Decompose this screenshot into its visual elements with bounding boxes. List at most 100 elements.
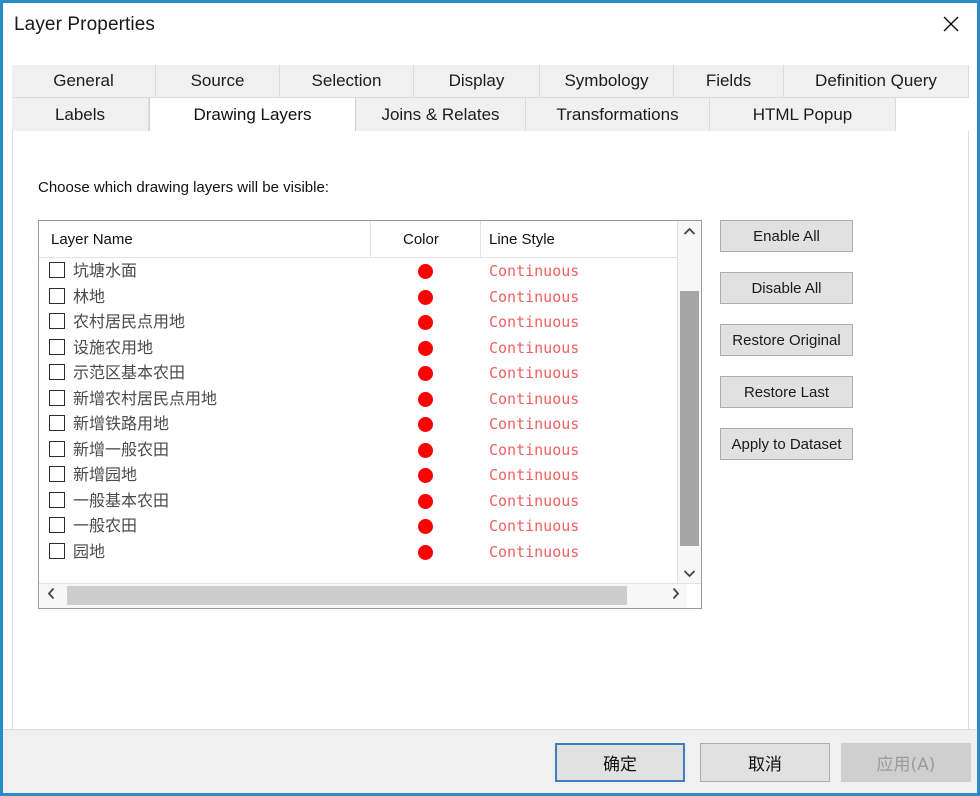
tab-label: Labels — [54, 104, 106, 124]
side-button-group: Enable All Disable All Restore Original … — [720, 220, 855, 480]
chevron-left-icon — [47, 587, 56, 605]
layer-visibility-checkbox[interactable] — [49, 491, 65, 508]
tab-fields[interactable]: Fields — [674, 65, 784, 98]
scroll-left-button[interactable] — [39, 584, 63, 607]
tab-html-popup[interactable]: HTML Popup — [710, 98, 896, 131]
layer-line-style-cell[interactable]: Continuous — [489, 362, 579, 384]
layer-visibility-checkbox[interactable] — [49, 517, 65, 533]
layer-color-swatch[interactable] — [418, 366, 433, 381]
layer-line-style-cell[interactable]: Continuous — [489, 515, 579, 537]
title-bar: Layer Properties — [3, 3, 977, 50]
layer-color-swatch[interactable] — [418, 417, 433, 432]
layer-color-swatch[interactable] — [418, 315, 433, 330]
tab-label: HTML Popup — [752, 104, 853, 124]
layer-visibility-checkbox[interactable] — [49, 542, 65, 559]
layer-line-style-cell[interactable]: Continuous — [489, 260, 579, 282]
layer-color-swatch[interactable] — [418, 340, 433, 356]
tab-joins-relates[interactable]: Joins & Relates — [356, 98, 526, 131]
layer-visibility-checkbox[interactable] — [49, 287, 65, 304]
layer-visibility-checkbox[interactable] — [49, 338, 65, 355]
layer-color-swatch[interactable] — [418, 519, 433, 534]
disable-all-button[interactable]: Disable All — [720, 272, 853, 304]
tab-labels[interactable]: Labels — [12, 98, 149, 131]
tab-source[interactable]: Source — [156, 65, 280, 98]
column-header-layer-name[interactable]: Layer Name — [39, 221, 371, 257]
layer-line-style-cell[interactable]: Continuous — [489, 439, 579, 461]
layer-visibility-checkbox[interactable] — [49, 364, 65, 380]
layer-line-style-cell[interactable]: Continuous — [489, 541, 579, 563]
layer-visibility-checkbox[interactable] — [49, 466, 65, 482]
table-row[interactable]: 坑塘水面 Continuous — [39, 258, 687, 284]
panel-instruction: Choose which drawing layers will be visi… — [38, 179, 329, 196]
table-row[interactable]: 示范区基本农田 Continuous — [39, 360, 687, 386]
drawing-layers-panel: Choose which drawing layers will be visi… — [12, 131, 969, 731]
scrollbar-corner — [687, 584, 701, 608]
layer-name-cell: 林地 — [73, 286, 106, 306]
restore-original-button[interactable]: Restore Original — [720, 324, 853, 356]
tab-label: Display — [448, 71, 505, 90]
table-row[interactable]: 新增农村居民点用地 Continuous — [39, 386, 687, 412]
close-button[interactable] — [929, 5, 973, 43]
chevron-right-icon — [671, 587, 680, 605]
layer-visibility-checkbox[interactable] — [49, 389, 65, 406]
tab-row-2: Labels Drawing Layers Joins & Relates Tr… — [12, 98, 969, 131]
tab-label: Definition Query — [815, 71, 937, 90]
apply-to-dataset-button[interactable]: Apply to Dataset — [720, 428, 853, 460]
layer-name-cell: 坑塘水面 — [73, 261, 138, 280]
vertical-scrollbar[interactable] — [677, 221, 701, 585]
layer-line-style-cell[interactable]: Continuous — [489, 311, 579, 333]
layer-color-swatch[interactable] — [418, 442, 433, 458]
layer-line-style-cell[interactable]: Continuous — [489, 490, 579, 512]
layer-color-swatch[interactable] — [418, 544, 433, 560]
ok-button[interactable]: 确定 — [555, 743, 685, 782]
tab-drawing-layers[interactable]: Drawing Layers — [149, 98, 356, 131]
tab-symbology[interactable]: Symbology — [540, 65, 674, 98]
layer-color-swatch[interactable] — [418, 289, 433, 305]
tab-row-1: General Source Selection Display Symbolo… — [12, 65, 969, 98]
layer-color-swatch[interactable] — [418, 264, 433, 279]
restore-last-button[interactable]: Restore Last — [720, 376, 853, 408]
table-row[interactable]: 农村居民点用地 Continuous — [39, 309, 687, 335]
layer-visibility-checkbox[interactable] — [49, 415, 65, 431]
list-header: Layer Name Color Line Style — [39, 221, 701, 258]
table-row[interactable]: 园地 Continuous — [39, 539, 687, 565]
chevron-up-icon — [683, 223, 696, 241]
scroll-right-button[interactable] — [663, 584, 687, 607]
table-row[interactable]: 新增园地 Continuous — [39, 462, 687, 488]
apply-button: 应用(A) — [841, 743, 971, 782]
vertical-scrollbar-thumb[interactable] — [680, 291, 699, 546]
tab-general[interactable]: General — [12, 65, 156, 98]
column-header-line-style[interactable]: Line Style — [481, 221, 687, 257]
table-row[interactable]: 一般农田 Continuous — [39, 513, 687, 539]
layer-visibility-checkbox[interactable] — [49, 440, 65, 457]
table-row[interactable]: 新增一般农田 Continuous — [39, 437, 687, 463]
table-row[interactable]: 一般基本农田 Continuous — [39, 488, 687, 514]
layer-line-style-cell[interactable]: Continuous — [489, 337, 579, 359]
cancel-button[interactable]: 取消 — [700, 743, 830, 782]
chevron-down-icon — [683, 565, 696, 583]
layer-name-cell: 农村居民点用地 — [73, 312, 186, 331]
table-row[interactable]: 林地 Continuous — [39, 284, 687, 310]
scroll-up-button[interactable] — [678, 221, 701, 243]
layer-line-style-cell[interactable]: Continuous — [489, 286, 579, 308]
layer-color-swatch[interactable] — [418, 493, 433, 509]
horizontal-scrollbar-thumb[interactable] — [67, 586, 627, 605]
layer-line-style-cell[interactable]: Continuous — [489, 388, 579, 410]
tab-display[interactable]: Display — [414, 65, 540, 98]
layer-visibility-checkbox[interactable] — [49, 262, 65, 278]
enable-all-button[interactable]: Enable All — [720, 220, 853, 252]
tab-definition-query[interactable]: Definition Query — [784, 65, 969, 98]
layer-line-style-cell[interactable]: Continuous — [489, 464, 579, 486]
layer-line-style-cell[interactable]: Continuous — [489, 413, 579, 435]
horizontal-scrollbar[interactable] — [39, 583, 701, 608]
tab-transformations[interactable]: Transformations — [526, 98, 710, 131]
close-icon — [941, 14, 961, 34]
layer-color-swatch[interactable] — [418, 391, 433, 407]
layer-color-swatch[interactable] — [418, 468, 433, 483]
layer-visibility-checkbox[interactable] — [49, 313, 65, 329]
scroll-down-button[interactable] — [678, 563, 701, 585]
table-row[interactable]: 设施农用地 Continuous — [39, 335, 687, 361]
tab-selection[interactable]: Selection — [280, 65, 414, 98]
column-header-color[interactable]: Color — [371, 221, 481, 257]
table-row[interactable]: 新增铁路用地 Continuous — [39, 411, 687, 437]
